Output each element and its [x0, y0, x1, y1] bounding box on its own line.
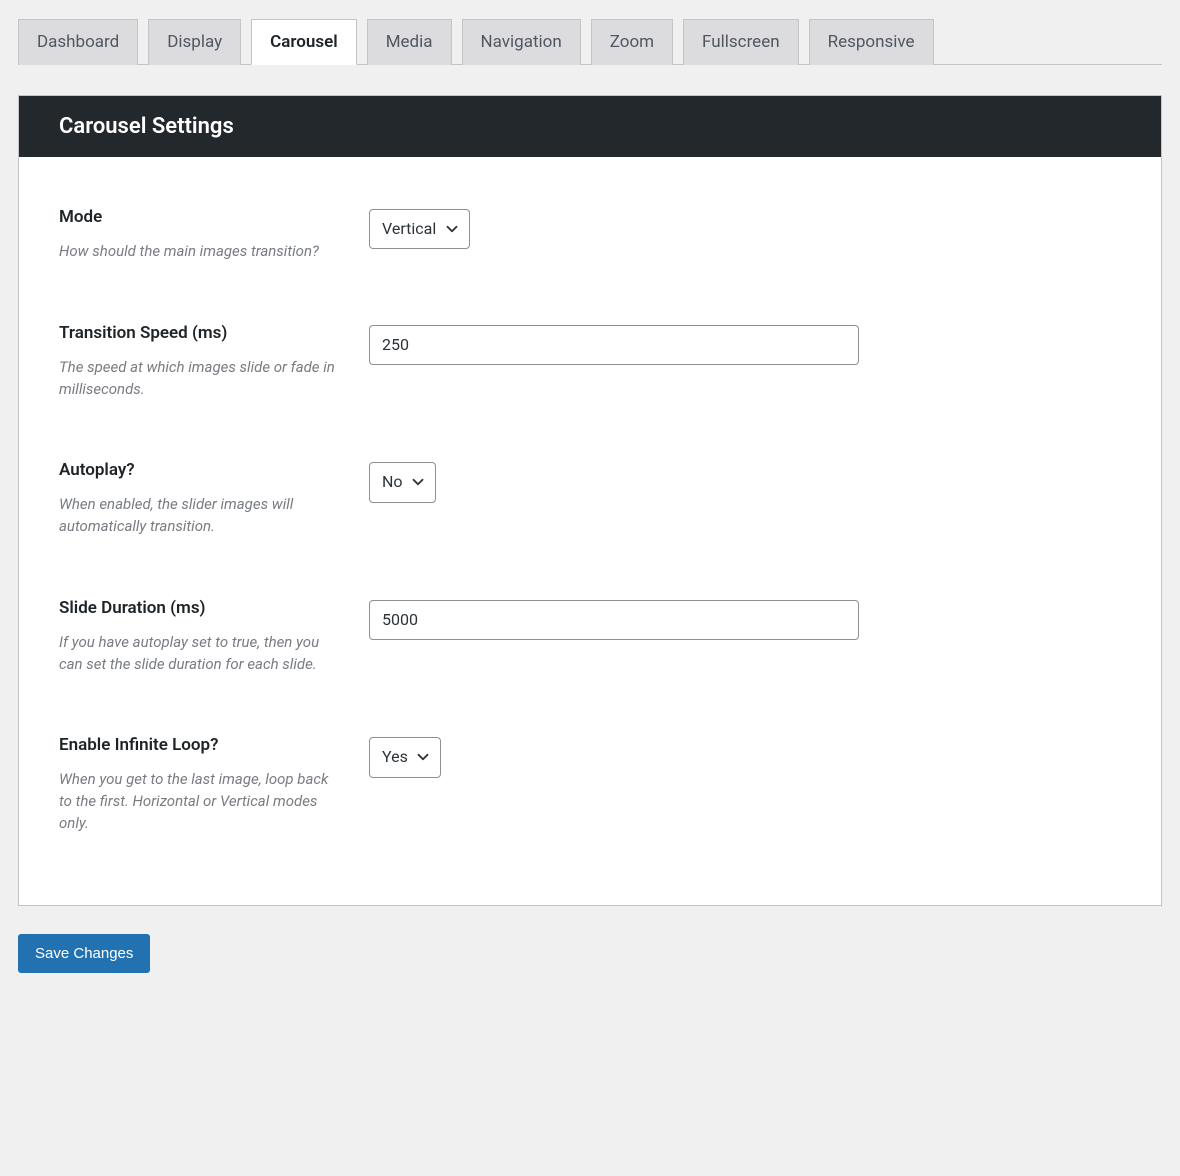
- label-autoplay: Autoplay?: [59, 460, 369, 480]
- row-transition-speed: Transition Speed (ms) The speed at which…: [59, 323, 1121, 401]
- tabs-nav: Dashboard Display Carousel Media Navigat…: [18, 18, 1162, 65]
- save-button[interactable]: Save Changes: [18, 934, 150, 973]
- tab-fullscreen[interactable]: Fullscreen: [683, 19, 799, 65]
- tab-navigation[interactable]: Navigation: [462, 19, 581, 65]
- label-mode: Mode: [59, 207, 369, 227]
- input-slide-duration[interactable]: [369, 600, 859, 640]
- tab-responsive[interactable]: Responsive: [809, 19, 934, 65]
- row-autoplay: Autoplay? When enabled, the slider image…: [59, 460, 1121, 538]
- tab-dashboard[interactable]: Dashboard: [18, 19, 138, 65]
- label-transition-speed: Transition Speed (ms): [59, 323, 369, 343]
- select-autoplay[interactable]: No: [369, 462, 436, 502]
- settings-panel: Carousel Settings Mode How should the ma…: [18, 95, 1162, 906]
- select-infinite-loop[interactable]: Yes: [369, 737, 441, 777]
- panel-body: Mode How should the main images transiti…: [19, 157, 1161, 905]
- row-mode: Mode How should the main images transiti…: [59, 207, 1121, 263]
- select-mode[interactable]: Vertical: [369, 209, 470, 249]
- help-autoplay: When enabled, the slider images will aut…: [59, 494, 369, 538]
- help-transition-speed: The speed at which images slide or fade …: [59, 357, 369, 401]
- help-mode: How should the main images transition?: [59, 241, 369, 263]
- input-transition-speed[interactable]: [369, 325, 859, 365]
- help-slide-duration: If you have autoplay set to true, then y…: [59, 632, 369, 676]
- label-slide-duration: Slide Duration (ms): [59, 598, 369, 618]
- label-infinite-loop: Enable Infinite Loop?: [59, 735, 369, 755]
- tab-display[interactable]: Display: [148, 19, 241, 65]
- row-slide-duration: Slide Duration (ms) If you have autoplay…: [59, 598, 1121, 676]
- panel-header: Carousel Settings: [19, 96, 1161, 157]
- help-infinite-loop: When you get to the last image, loop bac…: [59, 769, 369, 834]
- row-infinite-loop: Enable Infinite Loop? When you get to th…: [59, 735, 1121, 834]
- tab-media[interactable]: Media: [367, 19, 452, 65]
- panel-title: Carousel Settings: [59, 114, 1121, 139]
- tab-carousel[interactable]: Carousel: [251, 19, 357, 65]
- tab-zoom[interactable]: Zoom: [591, 19, 673, 65]
